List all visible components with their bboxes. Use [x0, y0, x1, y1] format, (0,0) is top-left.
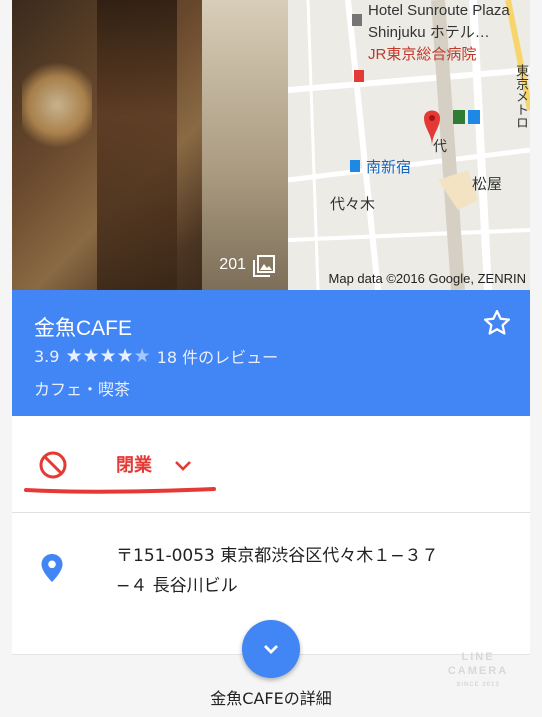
- watermark-line3: SINCE 2013: [456, 682, 500, 688]
- address-line2: −４ 長谷川ビル: [116, 576, 238, 596]
- map-label-dai: 代: [433, 138, 447, 154]
- chevron-down-icon: [264, 645, 278, 654]
- photo-wall: [202, 0, 288, 290]
- photo-shelf: [97, 0, 177, 290]
- star-filled-icon: ★: [65, 345, 83, 367]
- save-star-icon[interactable]: [482, 308, 512, 338]
- map-label-hotel: Hotel Sunroute Plaza: [368, 2, 510, 19]
- star-filled-icon: ★: [82, 345, 100, 367]
- screen: 201 Hotel Sunroute Plaza Shinjuku ホテル… J…: [0, 0, 542, 717]
- place-name: 金魚CAFE: [34, 317, 133, 340]
- closed-icon: [39, 451, 67, 479]
- map-label-yoyogi: 代々木: [330, 196, 376, 213]
- expand-details-button[interactable]: [242, 620, 300, 678]
- star-filled-icon: ★: [99, 345, 117, 367]
- map-label-road: 東京メトロ: [514, 64, 529, 129]
- line-camera-watermark: LINE CAMERA SINCE 2013: [442, 650, 514, 692]
- rating-stars: ★★★★★: [65, 345, 150, 367]
- chevron-down-icon[interactable]: [172, 454, 194, 476]
- place-card: 201 Hotel Sunroute Plaza Shinjuku ホテル… J…: [12, 0, 530, 717]
- map-label-matsuya: 松屋: [472, 176, 503, 193]
- place-photo[interactable]: 201: [12, 0, 288, 290]
- status-label: 閉業: [116, 455, 152, 476]
- map-label-hotel-line2: Shinjuku ホテル…: [368, 24, 490, 41]
- hero-section: 201 Hotel Sunroute Plaza Shinjuku ホテル… J…: [12, 0, 530, 290]
- status-row[interactable]: 閉業: [12, 416, 530, 512]
- address-row[interactable]: 〒151-0053 東京都渋谷区代々木１−３７ −４ 長谷川ビル: [12, 513, 530, 623]
- map-label-hospital: JR東京総合病院: [368, 46, 477, 63]
- map-credit: Map data ©2016 Google, ZENRIN: [328, 271, 526, 286]
- address-text: 〒151-0053 東京都渋谷区代々木１−３７ −４ 長谷川ビル: [116, 541, 496, 601]
- review-count: 18 件のレビュー: [156, 348, 279, 367]
- photo-gallery-icon[interactable]: [252, 254, 276, 278]
- handdrawn-underline: [24, 487, 216, 494]
- place-header: 金魚CAFE 3.9 ★★★★★ 18 件のレビュー カフェ・喫茶: [12, 290, 530, 416]
- location-pin-icon: [41, 554, 63, 582]
- photo-light: [22, 60, 92, 150]
- star-empty-icon: ★: [133, 345, 151, 367]
- photo-count: 201: [219, 256, 246, 273]
- address-line1: 〒151-0053 東京都渋谷区代々木１−３７: [116, 546, 439, 566]
- star-filled-icon: ★: [116, 345, 134, 367]
- watermark-line1: LINE: [461, 651, 495, 663]
- watermark-line2: CAMERA: [447, 665, 509, 677]
- map-preview[interactable]: Hotel Sunroute Plaza Shinjuku ホテル… JR東京総…: [288, 0, 530, 290]
- rating-value: 3.9: [34, 346, 60, 366]
- place-category: カフェ・喫茶: [34, 380, 131, 399]
- map-label-minami-shinjuku: 南新宿: [366, 159, 412, 176]
- rating-row[interactable]: 3.9 ★★★★★ 18 件のレビュー: [34, 344, 278, 368]
